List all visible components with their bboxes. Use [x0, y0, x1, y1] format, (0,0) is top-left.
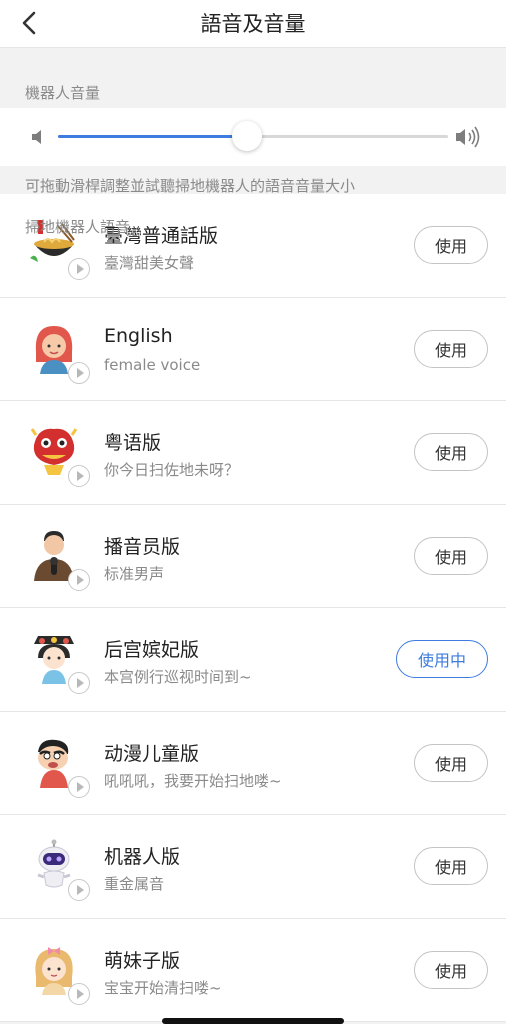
voice-description: 重金属音: [104, 875, 165, 893]
voice-description: 宝宝开始清扫喽~: [104, 978, 222, 997]
voice-description: 本宫例行巡视时间到~: [104, 668, 252, 686]
voice-item: 粤语版你今日扫佐地未呀？ 使用: [0, 401, 506, 505]
play-preview-icon[interactable]: [68, 879, 90, 901]
speaker-high-icon: [456, 126, 480, 148]
volume-control: [0, 108, 506, 166]
page-title: 語音及音量: [200, 12, 306, 36]
voice-description: 你今日扫佐地未呀？: [104, 461, 240, 479]
voice-name: 粤语版: [104, 432, 162, 454]
volume-hint: 可拖動滑桿調整並試聽掃地機器人的語音音量大小: [25, 177, 356, 195]
play-preview-icon[interactable]: [68, 982, 90, 1005]
nav-bar: 語音及音量: [0, 0, 506, 48]
voice-name: 播音员版: [104, 535, 181, 558]
voice-item: 机器人版重金属音 使用: [0, 815, 506, 919]
voice-description: 标准男声: [104, 564, 165, 583]
use-button[interactable]: 使用: [414, 847, 488, 885]
voice-item: 萌妹子版宝宝开始清扫喽~ 使用: [0, 918, 506, 1022]
play-preview-icon[interactable]: [68, 361, 90, 384]
voice-name: 萌妹子版: [104, 949, 181, 972]
voice-description: female voice: [104, 355, 201, 374]
use-button[interactable]: 使用: [414, 226, 488, 264]
voice-section-label: 掃地機器人語音: [25, 218, 131, 236]
voice-list: 臺灣普通話版 臺灣甜美女聲 使用 English female voice 使用 粤语版 你今…: [0, 194, 506, 1022]
voice-name: 后宫嫔妃版: [104, 639, 200, 661]
use-button[interactable]: 使用: [414, 433, 488, 471]
volume-slider-fill: [58, 135, 248, 138]
play-preview-icon[interactable]: [68, 465, 90, 487]
home-indicator: [162, 1018, 344, 1024]
speaker-low-icon: [32, 130, 41, 144]
voice-name: 动漫儿童版: [104, 742, 200, 765]
play-preview-icon[interactable]: [68, 258, 90, 280]
volume-section-label: 機器人音量: [25, 84, 101, 102]
use-button[interactable]: 使用: [414, 743, 488, 782]
voice-item: 动漫儿童版吼吼吼，我要开始扫地喽~ 使用: [0, 711, 506, 815]
voice-name: English: [104, 324, 173, 347]
voice-name: 机器人版: [104, 846, 181, 868]
voice-item: 臺灣普通話版 臺灣甜美女聲 使用: [0, 194, 506, 298]
volume-slider-thumb[interactable]: [232, 121, 263, 151]
play-preview-icon[interactable]: [68, 775, 90, 798]
voice-item: English female voice 使用: [0, 297, 506, 401]
use-button[interactable]: 使用: [414, 536, 488, 575]
use-button[interactable]: 使用: [414, 950, 488, 989]
voice-item: 播音员版标准男声 使用: [0, 504, 506, 608]
use-button[interactable]: 使用: [414, 329, 488, 368]
voice-item: 后宫嫔妃版本宫例行巡视时间到~ 使用中: [0, 608, 506, 712]
voice-description: 吼吼吼，我要开始扫地喽~: [104, 771, 282, 790]
play-preview-icon[interactable]: [68, 568, 90, 591]
in-use-button[interactable]: 使用中: [396, 640, 488, 678]
play-preview-icon[interactable]: [68, 672, 90, 694]
voice-description: 臺灣甜美女聲: [104, 254, 195, 272]
